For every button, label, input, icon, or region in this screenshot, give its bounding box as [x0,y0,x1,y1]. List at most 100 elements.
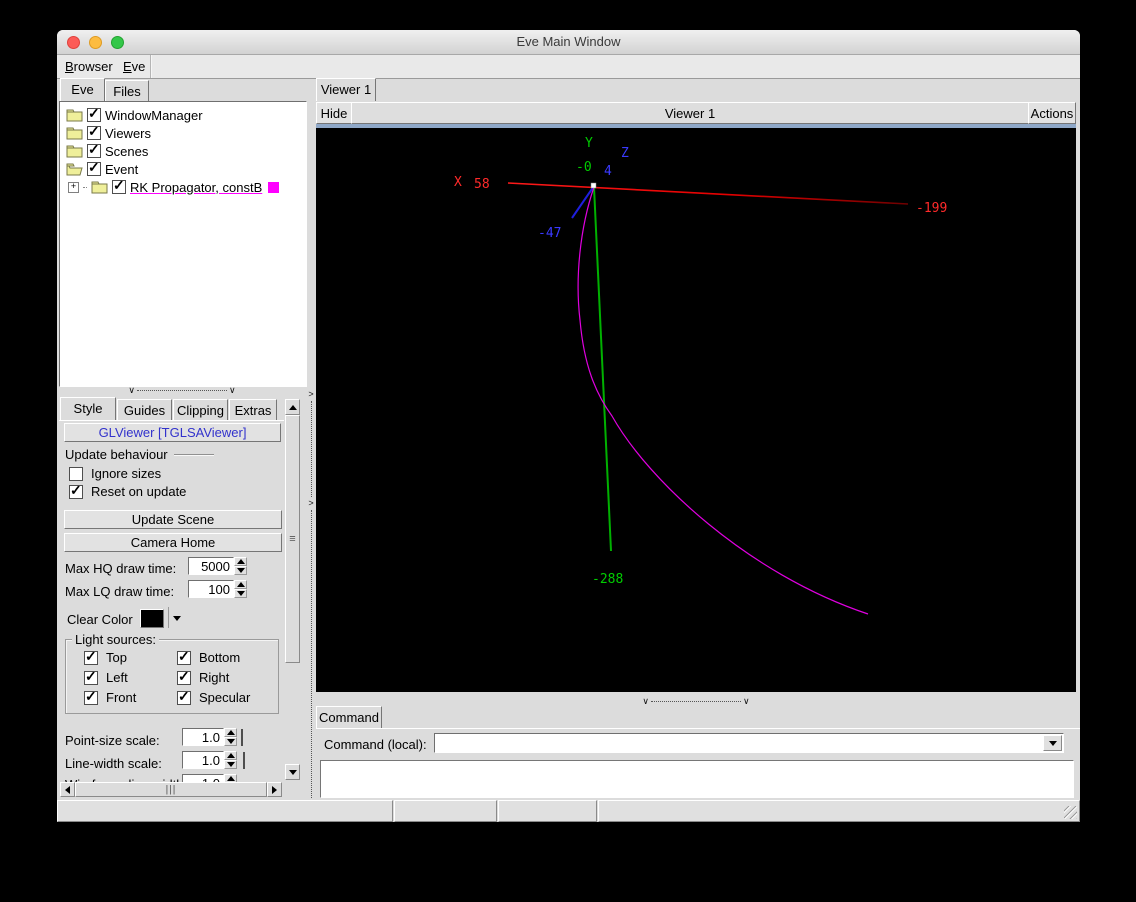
tab-extras[interactable]: Extras [229,399,277,420]
update-scene-button[interactable]: Update Scene [64,510,282,529]
light-right-row[interactable]: Right [177,668,229,685]
style-panel-scrollbar[interactable]: ≡ [285,398,300,782]
checkbox-label: Bottom [199,650,241,665]
chevron-right-icon: > [308,389,314,399]
tree-item-label[interactable]: RK Propagator, constB [130,180,262,195]
viewer-command-splitter[interactable]: ∨ ∨ [316,697,1076,706]
chevron-down-icon: ∨ [128,385,135,395]
checkbox[interactable] [177,648,191,665]
max-lq-spinner[interactable] [234,580,247,598]
checkbox[interactable] [69,482,83,499]
origin-marker [590,182,597,189]
checkbox[interactable] [87,159,101,176]
scroll-down-button[interactable] [285,764,300,780]
expand-icon[interactable]: + [68,181,79,193]
checkbox-label: Front [106,690,137,705]
tab-style[interactable]: Style [60,397,116,420]
left-horizontal-splitter[interactable]: ∨ ∨ [59,386,305,395]
light-bottom-row[interactable]: Bottom [177,648,241,665]
checkbox[interactable] [87,105,101,122]
chevron-down-icon: ∨ [229,385,236,395]
tree-item-label[interactable]: WindowManager [105,108,203,123]
spin-up-button[interactable] [234,557,247,566]
spin-up-button[interactable] [224,728,237,737]
tree-item-rk-propagator[interactable]: + RK Propagator, constB [68,177,280,196]
spin-down-button[interactable] [224,760,237,769]
x-axis-near-tick: 58 [474,177,490,192]
chevron-down-icon: ∨ [642,696,649,706]
light-left-row[interactable]: Left [84,668,128,685]
spin-up-button[interactable] [234,580,247,589]
title-bar[interactable]: Eve Main Window [57,30,1080,55]
scroll-right-button[interactable] [267,782,282,797]
combo-dropdown-button[interactable] [1043,735,1062,751]
tab-viewer-1[interactable]: Viewer 1 [316,78,376,101]
light-front-row[interactable]: Front [84,688,137,705]
line-width-auto-checkbox[interactable] [243,752,245,769]
line-width-field[interactable]: 1.0 [182,751,224,769]
ignore-sizes-row[interactable]: Ignore sizes [69,466,161,481]
scrollbar-thumb[interactable]: ||| [75,782,267,797]
point-size-auto-checkbox[interactable] [241,729,243,746]
style-panel-hscrollbar[interactable]: ||| [60,782,282,797]
reset-on-update-row[interactable]: Reset on update [69,482,187,499]
tab-eve[interactable]: Eve [60,78,105,101]
tab-command[interactable]: Command [316,706,382,728]
max-hq-spinner[interactable] [234,557,247,575]
checkbox[interactable] [177,688,191,705]
checkbox-label: Reset on update [91,484,187,499]
max-lq-field[interactable]: 100 [188,580,234,598]
checkbox[interactable] [177,668,191,685]
viewer-title-bar[interactable]: Viewer 1 [351,102,1029,124]
max-hq-field[interactable]: 5000 [188,557,234,575]
light-sources-group: Light sources: Top Bottom Left Right [65,632,279,714]
actions-button[interactable]: Actions [1028,102,1076,124]
checkbox[interactable] [87,123,101,140]
gl-scene: X 58 -199 Y -0 -288 Z 4 -47 [454,136,947,615]
tab-files[interactable]: Files [105,80,149,101]
checkbox[interactable] [112,177,126,194]
tree-item-event[interactable]: Event [66,159,138,178]
glviewer-button[interactable]: GLViewer [TGLSAViewer] [64,423,281,442]
checkbox[interactable] [84,668,98,685]
command-combobox[interactable] [434,733,1064,753]
scroll-left-button[interactable] [60,782,75,797]
clear-color-label: Clear Color [67,612,133,627]
menu-eve[interactable]: Eve [119,58,149,75]
tab-guides[interactable]: Guides [117,399,172,420]
tree-item-scenes[interactable]: Scenes [66,141,148,160]
tree-item-viewers[interactable]: Viewers [66,123,151,142]
checkbox[interactable] [87,141,101,158]
clear-color-swatch[interactable] [140,609,164,628]
point-size-field[interactable]: 1.0 [182,728,224,746]
point-size-spinner[interactable] [224,728,237,746]
tree-item-label[interactable]: Event [105,162,138,177]
item-color-swatch[interactable] [268,181,280,193]
scroll-up-button[interactable] [285,399,300,415]
tree-item-label[interactable]: Scenes [105,144,148,159]
spin-down-button[interactable] [234,589,247,598]
tree-item-windowmanager[interactable]: WindowManager [66,105,203,124]
spin-up-button[interactable] [224,751,237,760]
checkbox[interactable] [69,466,83,481]
checkbox[interactable] [84,648,98,665]
command-output[interactable] [320,760,1074,798]
main-vertical-splitter[interactable]: > > [306,80,316,798]
resize-grip[interactable] [1064,806,1077,819]
line-width-spinner[interactable] [224,751,237,769]
tree-item-label[interactable]: Viewers [105,126,151,141]
spin-down-button[interactable] [224,737,237,746]
spin-down-button[interactable] [234,566,247,575]
command-input[interactable] [437,735,1045,751]
clear-color-dropdown-icon[interactable] [173,616,181,621]
y-axis-line [593,186,612,552]
hide-button[interactable]: Hide [316,102,352,124]
checkbox[interactable] [84,688,98,705]
light-specular-row[interactable]: Specular [177,688,250,705]
light-top-row[interactable]: Top [84,648,127,665]
scrollbar-thumb[interactable]: ≡ [285,415,300,663]
camera-home-button[interactable]: Camera Home [64,533,282,552]
tab-clipping[interactable]: Clipping [173,399,228,420]
menu-browser[interactable]: Browser [61,58,117,75]
gl-viewport[interactable]: X 58 -199 Y -0 -288 Z 4 -47 [316,124,1076,692]
